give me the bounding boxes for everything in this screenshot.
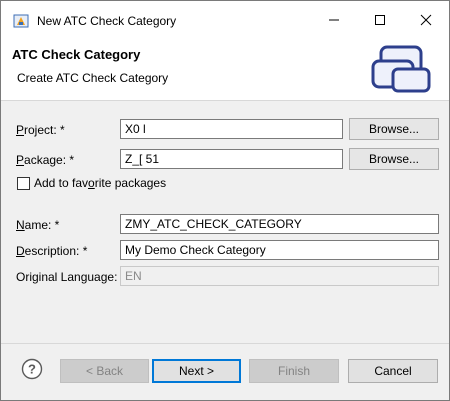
- eclipse-app-icon: [13, 14, 29, 28]
- name-label: Name: *: [16, 218, 60, 232]
- banner-title: ATC Check Category: [12, 47, 141, 62]
- project-label: Project: *: [16, 123, 65, 137]
- finish-button[interactable]: Finish: [249, 359, 339, 383]
- next-button[interactable]: Next >: [152, 359, 241, 383]
- window-title: New ATC Check Category: [37, 14, 177, 28]
- maximize-button[interactable]: [357, 1, 403, 39]
- back-button[interactable]: < Back: [60, 359, 149, 383]
- favorite-checkbox[interactable]: [17, 177, 30, 190]
- project-input[interactable]: X0 l: [120, 119, 343, 139]
- cancel-button[interactable]: Cancel: [348, 359, 438, 383]
- close-icon: [420, 14, 432, 26]
- footer-separator: [1, 343, 449, 344]
- close-button[interactable]: [403, 1, 449, 39]
- description-input[interactable]: My Demo Check Category: [120, 240, 439, 260]
- banner-subtitle: Create ATC Check Category: [17, 71, 169, 85]
- dialog-window: New ATC Check Category ATC Check Categor…: [0, 0, 450, 401]
- package-label: Package: *: [16, 153, 75, 167]
- package-browse-button[interactable]: Browse...: [349, 148, 439, 170]
- minimize-button[interactable]: [311, 1, 357, 39]
- project-browse-button[interactable]: Browse...: [349, 118, 439, 140]
- check-category-icon: [371, 45, 431, 93]
- minimize-icon: [329, 19, 339, 21]
- wizard-banner: ATC Check Category Create ATC Check Cate…: [1, 39, 449, 101]
- name-input[interactable]: ZMY_ATC_CHECK_CATEGORY: [120, 214, 439, 234]
- help-icon[interactable]: ?: [21, 358, 43, 380]
- package-input[interactable]: Z_[ 51: [120, 149, 343, 169]
- language-label: Original Language:: [16, 270, 118, 284]
- description-label: Description: *: [16, 244, 88, 258]
- language-input: EN: [120, 266, 439, 286]
- maximize-icon: [375, 15, 385, 25]
- favorite-label[interactable]: Add to favorite packages: [34, 176, 166, 190]
- title-bar[interactable]: New ATC Check Category: [1, 1, 449, 39]
- svg-text:?: ?: [28, 362, 36, 377]
